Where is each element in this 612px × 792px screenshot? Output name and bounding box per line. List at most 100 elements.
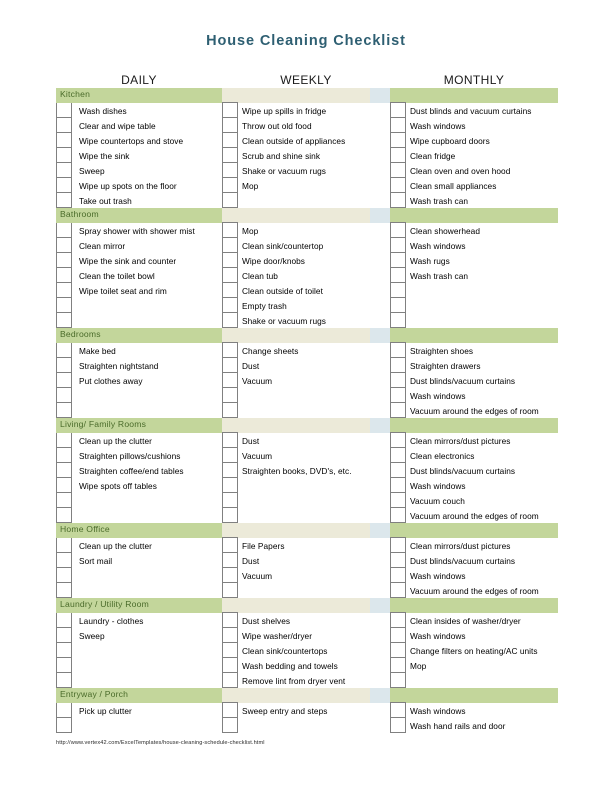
- checkbox[interactable]: [222, 492, 238, 508]
- checkbox[interactable]: [222, 552, 238, 568]
- checkbox[interactable]: [390, 132, 406, 148]
- checkbox[interactable]: [56, 492, 72, 508]
- checkbox[interactable]: [222, 132, 238, 148]
- checkbox[interactable]: [390, 462, 406, 478]
- checkbox[interactable]: [222, 357, 238, 373]
- checkbox[interactable]: [222, 252, 238, 268]
- checkbox[interactable]: [390, 312, 406, 328]
- checkbox[interactable]: [56, 147, 72, 163]
- checkbox[interactable]: [56, 717, 72, 733]
- checkbox[interactable]: [56, 237, 72, 253]
- checkbox[interactable]: [222, 117, 238, 133]
- checkbox[interactable]: [222, 162, 238, 178]
- checkbox[interactable]: [56, 132, 72, 148]
- checkbox[interactable]: [390, 237, 406, 253]
- checkbox[interactable]: [222, 462, 238, 478]
- checkbox[interactable]: [222, 102, 238, 118]
- checkbox[interactable]: [390, 552, 406, 568]
- checkbox[interactable]: [222, 222, 238, 238]
- checkbox[interactable]: [390, 177, 406, 193]
- checkbox[interactable]: [390, 102, 406, 118]
- checkbox[interactable]: [222, 387, 238, 403]
- checkbox[interactable]: [390, 342, 406, 358]
- checkbox[interactable]: [56, 117, 72, 133]
- checkbox[interactable]: [56, 402, 72, 418]
- checkbox[interactable]: [56, 567, 72, 583]
- checkbox[interactable]: [390, 657, 406, 673]
- checkbox[interactable]: [56, 102, 72, 118]
- checkbox[interactable]: [390, 582, 406, 598]
- checkbox[interactable]: [390, 717, 406, 733]
- checkbox[interactable]: [390, 507, 406, 523]
- checkbox[interactable]: [56, 672, 72, 688]
- checkbox[interactable]: [390, 627, 406, 643]
- checkbox[interactable]: [56, 177, 72, 193]
- checkbox[interactable]: [222, 312, 238, 328]
- checkbox[interactable]: [390, 432, 406, 448]
- checkbox[interactable]: [390, 222, 406, 238]
- checkbox[interactable]: [56, 702, 72, 718]
- checkbox[interactable]: [56, 357, 72, 373]
- checkbox[interactable]: [56, 162, 72, 178]
- checkbox[interactable]: [390, 387, 406, 403]
- checkbox[interactable]: [222, 447, 238, 463]
- checkbox[interactable]: [222, 702, 238, 718]
- checkbox[interactable]: [222, 432, 238, 448]
- checkbox[interactable]: [390, 192, 406, 208]
- checkbox[interactable]: [390, 642, 406, 658]
- checkbox[interactable]: [56, 342, 72, 358]
- checkbox[interactable]: [222, 342, 238, 358]
- checkbox[interactable]: [390, 117, 406, 133]
- checkbox[interactable]: [222, 282, 238, 298]
- checkbox[interactable]: [222, 267, 238, 283]
- checkbox[interactable]: [56, 372, 72, 388]
- checkbox[interactable]: [390, 492, 406, 508]
- checkbox[interactable]: [390, 162, 406, 178]
- checkbox[interactable]: [56, 462, 72, 478]
- checkbox[interactable]: [390, 252, 406, 268]
- checkbox[interactable]: [56, 267, 72, 283]
- checkbox[interactable]: [222, 372, 238, 388]
- checkbox[interactable]: [222, 657, 238, 673]
- checkbox[interactable]: [390, 357, 406, 373]
- checkbox[interactable]: [222, 147, 238, 163]
- checkbox[interactable]: [222, 177, 238, 193]
- checkbox[interactable]: [222, 567, 238, 583]
- checkbox[interactable]: [222, 672, 238, 688]
- checkbox[interactable]: [222, 537, 238, 553]
- checkbox[interactable]: [56, 297, 72, 313]
- checkbox[interactable]: [56, 192, 72, 208]
- checkbox[interactable]: [390, 447, 406, 463]
- checkbox[interactable]: [222, 627, 238, 643]
- checkbox[interactable]: [56, 552, 72, 568]
- checkbox[interactable]: [222, 477, 238, 493]
- checkbox[interactable]: [56, 447, 72, 463]
- checkbox[interactable]: [222, 297, 238, 313]
- checkbox[interactable]: [222, 642, 238, 658]
- checkbox[interactable]: [56, 582, 72, 598]
- checkbox[interactable]: [390, 147, 406, 163]
- checkbox[interactable]: [390, 567, 406, 583]
- checkbox[interactable]: [222, 507, 238, 523]
- checkbox[interactable]: [56, 222, 72, 238]
- checkbox[interactable]: [390, 282, 406, 298]
- checkbox[interactable]: [56, 387, 72, 403]
- checkbox[interactable]: [390, 537, 406, 553]
- checkbox[interactable]: [222, 717, 238, 733]
- checkbox[interactable]: [390, 612, 406, 628]
- checkbox[interactable]: [56, 537, 72, 553]
- checkbox[interactable]: [390, 702, 406, 718]
- checkbox[interactable]: [222, 582, 238, 598]
- checkbox[interactable]: [56, 612, 72, 628]
- checkbox[interactable]: [222, 237, 238, 253]
- checkbox[interactable]: [390, 672, 406, 688]
- checkbox[interactable]: [56, 282, 72, 298]
- checkbox[interactable]: [222, 612, 238, 628]
- checkbox[interactable]: [390, 267, 406, 283]
- checkbox[interactable]: [390, 297, 406, 313]
- checkbox[interactable]: [56, 627, 72, 643]
- checkbox[interactable]: [56, 642, 72, 658]
- checkbox[interactable]: [56, 507, 72, 523]
- checkbox[interactable]: [390, 372, 406, 388]
- checkbox[interactable]: [390, 402, 406, 418]
